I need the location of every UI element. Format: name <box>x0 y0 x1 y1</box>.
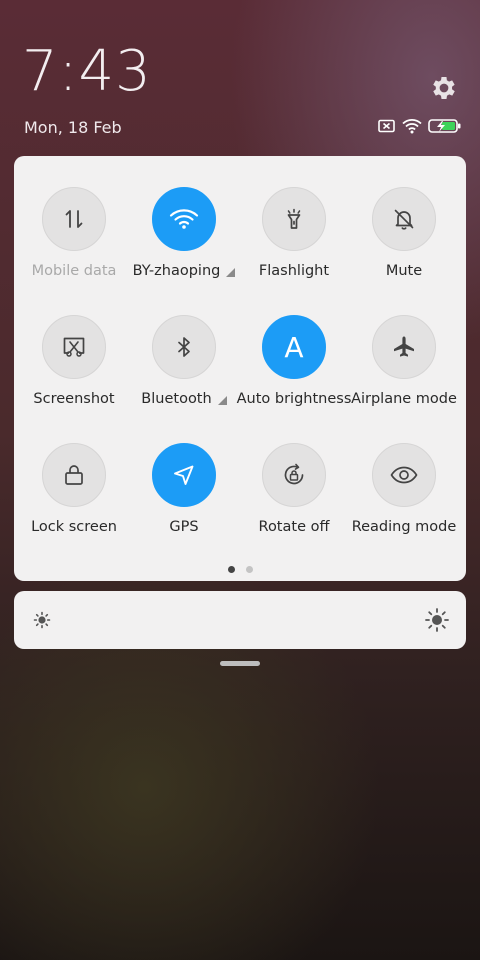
tile-label: Flashlight <box>258 263 330 279</box>
tile-rotate[interactable]: Rotate off <box>239 443 349 571</box>
lock-screen-button[interactable] <box>42 443 106 507</box>
tile-wifi[interactable]: BY-zhaoping <box>129 187 239 315</box>
settings-gear-icon[interactable] <box>428 72 460 104</box>
tile-label: GPS <box>169 519 199 535</box>
auto-brightness-toggle[interactable]: A <box>262 315 326 379</box>
battery-charging-icon <box>428 119 461 133</box>
tile-label: Lock screen <box>31 519 117 535</box>
flashlight-toggle[interactable] <box>262 187 326 251</box>
mute-bell-icon <box>394 209 414 230</box>
rotate-toggle[interactable] <box>262 443 326 507</box>
status-bar <box>378 116 462 136</box>
tile-airplane-mode[interactable]: Airplane mode <box>349 315 459 443</box>
expand-triangle-icon[interactable] <box>217 395 227 405</box>
mobile-data-icon <box>65 210 83 228</box>
airplane-mode-toggle[interactable] <box>372 315 436 379</box>
flashlight-icon <box>287 208 301 229</box>
clock: 7:43 <box>22 39 152 104</box>
tile-label: Mobile data <box>31 263 117 279</box>
screenshot-icon <box>63 337 85 357</box>
bluetooth-label: Bluetooth <box>141 391 212 407</box>
eye-icon <box>390 466 418 484</box>
tile-label: Airplane mode <box>351 391 457 407</box>
bluetooth-icon <box>178 337 190 357</box>
tile-label: Bluetooth <box>141 391 227 407</box>
lock-icon <box>65 465 83 485</box>
tile-label: BY-zhaoping <box>133 263 236 279</box>
auto-brightness-icon: A <box>284 330 304 364</box>
airplane-icon <box>394 336 414 357</box>
wifi-toggle[interactable] <box>152 187 216 251</box>
reading-mode-toggle[interactable] <box>372 443 436 507</box>
wifi-network-name: BY-zhaoping <box>132 263 221 279</box>
drag-handle[interactable] <box>220 661 260 666</box>
tile-label: Mute <box>385 263 423 279</box>
page-indicator <box>14 566 466 573</box>
brightness-high-icon <box>425 608 449 632</box>
date: Mon, 18 Feb <box>24 118 122 137</box>
gps-icon <box>174 465 194 485</box>
tile-label: Rotate off <box>258 519 330 535</box>
tile-reading-mode[interactable]: Reading mode <box>349 443 459 571</box>
tile-gps[interactable]: GPS <box>129 443 239 571</box>
tile-bluetooth[interactable]: Bluetooth <box>129 315 239 443</box>
tile-flashlight[interactable]: Flashlight <box>239 187 349 315</box>
wifi-icon <box>169 209 199 229</box>
gps-toggle[interactable] <box>152 443 216 507</box>
page-dot-1[interactable] <box>227 566 235 573</box>
screenshot-button[interactable] <box>42 315 106 379</box>
quick-settings-panel: Mobile data BY-zhaoping Flashlight Mute … <box>14 156 466 581</box>
tile-lock-screen[interactable]: Lock screen <box>19 443 129 571</box>
tile-mobile-data[interactable]: Mobile data <box>19 187 129 315</box>
tile-auto-brightness[interactable]: A Auto brightness <box>236 315 352 443</box>
wifi-icon <box>402 119 422 134</box>
mobile-data-toggle[interactable] <box>42 187 106 251</box>
tile-label: Screenshot <box>33 391 115 407</box>
tile-mute[interactable]: Mute <box>349 187 459 315</box>
tile-label: Auto brightness <box>236 391 352 407</box>
brightness-low-icon <box>33 611 51 629</box>
tile-label: Reading mode <box>351 519 457 535</box>
page-dot-2[interactable] <box>245 566 253 573</box>
brightness-slider[interactable] <box>14 591 466 649</box>
mute-toggle[interactable] <box>372 187 436 251</box>
tile-screenshot[interactable]: Screenshot <box>19 315 129 443</box>
no-sim-icon <box>378 119 395 133</box>
expand-triangle-icon[interactable] <box>226 267 236 277</box>
bluetooth-toggle[interactable] <box>152 315 216 379</box>
rotate-lock-icon <box>284 463 304 485</box>
